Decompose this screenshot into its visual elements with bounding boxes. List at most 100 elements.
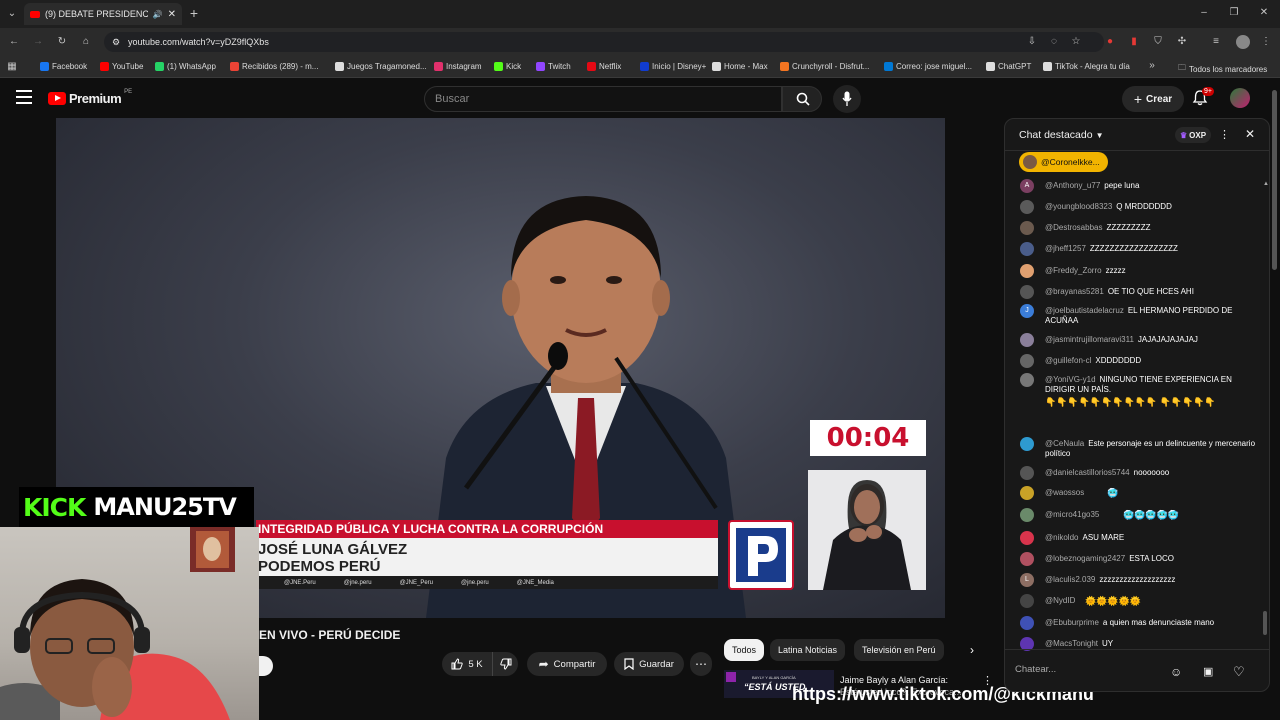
- account-avatar[interactable]: [1230, 88, 1250, 108]
- chat-avatar[interactable]: [1020, 531, 1034, 545]
- page-scrollbar[interactable]: [1272, 90, 1277, 270]
- emoji-icon[interactable]: ☺: [1170, 665, 1182, 679]
- chat-username[interactable]: @danielcastillorios5744: [1045, 468, 1130, 477]
- chat-avatar[interactable]: [1020, 552, 1034, 566]
- bookmark-item[interactable]: Recibidos (289) - m...: [230, 62, 318, 71]
- chat-avatar[interactable]: [1020, 373, 1034, 387]
- subscribe-button-partial[interactable]: [259, 656, 273, 676]
- chat-username[interactable]: @micro41go35: [1045, 510, 1099, 519]
- chat-username[interactable]: @waossos: [1045, 488, 1084, 497]
- bookmark-item[interactable]: ChatGPT: [986, 62, 1031, 71]
- extension-icon[interactable]: ●: [1104, 36, 1116, 48]
- chat-avatar[interactable]: [1020, 333, 1034, 347]
- chat-avatar[interactable]: [1020, 616, 1034, 630]
- like-button[interactable]: 5 K: [442, 652, 492, 676]
- chat-avatar[interactable]: [1020, 437, 1034, 451]
- back-icon[interactable]: ←: [8, 36, 20, 48]
- chat-username[interactable]: @Freddy_Zorro: [1045, 266, 1102, 275]
- tab-close-icon[interactable]: ✕: [168, 9, 176, 20]
- chat-avatar[interactable]: J: [1020, 304, 1034, 318]
- chat-username[interactable]: @brayanas5281: [1045, 287, 1104, 296]
- bookmark-item[interactable]: Facebook: [40, 62, 87, 71]
- menu-dots-icon[interactable]: ⋮: [1260, 36, 1272, 48]
- bookmark-item[interactable]: Netflix: [587, 62, 621, 71]
- tab-list-icon[interactable]: ⌄: [6, 8, 18, 20]
- create-button[interactable]: + Crear: [1122, 86, 1184, 112]
- hamburger-menu-icon[interactable]: [16, 90, 32, 104]
- bookmark-item[interactable]: TikTok - Alegra tu día: [1043, 62, 1130, 71]
- chat-username[interactable]: @NydID: [1045, 596, 1075, 605]
- apps-grid-icon[interactable]: ▦: [6, 61, 18, 73]
- chat-avatar[interactable]: [1020, 200, 1034, 214]
- browser-tab-active[interactable]: (9) DEBATE PRESIDENCIAL 🔊 ✕: [24, 3, 182, 25]
- chat-username[interactable]: @laculis2.039: [1045, 575, 1095, 584]
- search-input[interactable]: Buscar: [424, 86, 782, 112]
- bookmark-star-icon[interactable]: ☆: [1070, 36, 1082, 48]
- chat-scrollbar[interactable]: ▲: [1263, 181, 1269, 641]
- dislike-button[interactable]: [492, 652, 518, 676]
- extensions-puzzle-icon[interactable]: ✣: [1176, 36, 1188, 48]
- bookmark-item[interactable]: Correo: jose miguel...: [884, 62, 972, 71]
- site-info-icon[interactable]: ⚙: [112, 37, 120, 48]
- tab-audio-icon[interactable]: 🔊: [153, 10, 163, 19]
- media-controls-icon[interactable]: ≡: [1210, 36, 1222, 48]
- share-button[interactable]: ➦ Compartir: [527, 652, 607, 676]
- more-actions-button[interactable]: ⋯: [690, 652, 712, 676]
- chat-mode-dropdown[interactable]: Chat destacado ▼: [1019, 129, 1103, 141]
- chat-options-icon[interactable]: ⋮: [1219, 128, 1230, 141]
- chat-avatar[interactable]: [1020, 466, 1034, 480]
- minimize-icon[interactable]: –: [1198, 7, 1210, 19]
- shield-icon[interactable]: ⛉: [1152, 36, 1164, 48]
- eye-off-icon[interactable]: ◌: [1048, 36, 1060, 48]
- chip-television-peru[interactable]: Televisión en Perú: [854, 639, 944, 661]
- chat-username[interactable]: @CeNaula: [1045, 439, 1084, 448]
- video-title[interactable]: EN VIVO - PERÚ DECIDE: [259, 628, 400, 642]
- bookmark-item[interactable]: Home - Max: [712, 62, 768, 71]
- bookmark-item[interactable]: YouTube: [100, 62, 143, 71]
- chat-username[interactable]: @lobeznogaming2427: [1045, 554, 1125, 563]
- chat-avatar[interactable]: A: [1020, 179, 1034, 193]
- chat-username[interactable]: @youngblood8323: [1045, 202, 1112, 211]
- chat-username[interactable]: @Ebuburprime: [1045, 618, 1099, 627]
- forward-icon[interactable]: →: [32, 36, 44, 48]
- chat-username[interactable]: @Destrosabbas: [1045, 223, 1102, 232]
- chat-input[interactable]: Chatear...: [1015, 664, 1165, 675]
- extension-red-icon[interactable]: ▮: [1128, 36, 1140, 48]
- voice-search-button[interactable]: [833, 85, 861, 113]
- chat-username[interactable]: @joelbautistadelacruz: [1045, 306, 1124, 315]
- chat-avatar[interactable]: L: [1020, 573, 1034, 587]
- bookmark-item[interactable]: Inicio | Disney+: [640, 62, 706, 71]
- home-icon[interactable]: ⌂: [80, 36, 92, 48]
- more-bookmarks-icon[interactable]: »: [1146, 60, 1158, 72]
- profile-avatar-icon[interactable]: [1236, 35, 1250, 49]
- bookmark-item[interactable]: Twitch: [536, 62, 571, 71]
- chat-avatar[interactable]: [1020, 354, 1034, 368]
- bookmark-item[interactable]: Crunchyroll - Disfrut...: [780, 62, 869, 71]
- bookmark-item[interactable]: Instagram: [434, 62, 482, 71]
- chip-latina-noticias[interactable]: Latina Noticias: [770, 639, 846, 661]
- search-button[interactable]: [782, 86, 822, 112]
- chat-avatar[interactable]: [1020, 242, 1034, 256]
- all-bookmarks-folder[interactable]: 🗀 Todos los marcadores: [1178, 62, 1267, 76]
- chat-username[interactable]: @YoniVG-y1d: [1045, 375, 1096, 384]
- chat-avatar[interactable]: [1020, 594, 1034, 608]
- chat-username[interactable]: @nikoldo: [1045, 533, 1078, 542]
- maximize-icon[interactable]: ❐: [1228, 7, 1240, 19]
- chat-username[interactable]: @jasmintrujillomaravi311: [1045, 335, 1134, 344]
- chat-avatar[interactable]: [1020, 221, 1034, 235]
- channel-points-badge[interactable]: ♛ OXP: [1175, 127, 1212, 143]
- chat-username[interactable]: @guillefon-cl: [1045, 356, 1091, 365]
- new-tab-icon[interactable]: +: [188, 6, 200, 20]
- chat-username[interactable]: @jheff1257: [1045, 244, 1086, 253]
- chip-all[interactable]: Todos: [724, 639, 765, 661]
- url-field[interactable]: ⚙ youtube.com/watch?v=yDZ9flQXbs: [104, 32, 1104, 52]
- chat-message-list[interactable]: A @Anthony_u77 pepe luna @youngblood8323 Q M…: [1005, 179, 1269, 651]
- close-window-icon[interactable]: ✕: [1258, 7, 1270, 19]
- youtube-premium-logo[interactable]: Premium PE: [48, 89, 132, 106]
- bookmark-item[interactable]: Kick: [494, 62, 521, 71]
- reload-icon[interactable]: ↻: [56, 36, 68, 48]
- chat-close-icon[interactable]: ✕: [1245, 127, 1255, 141]
- chat-avatar[interactable]: [1020, 285, 1034, 299]
- bookmark-item[interactable]: (1) WhatsApp: [155, 62, 216, 71]
- notifications-button[interactable]: 9+: [1192, 87, 1214, 111]
